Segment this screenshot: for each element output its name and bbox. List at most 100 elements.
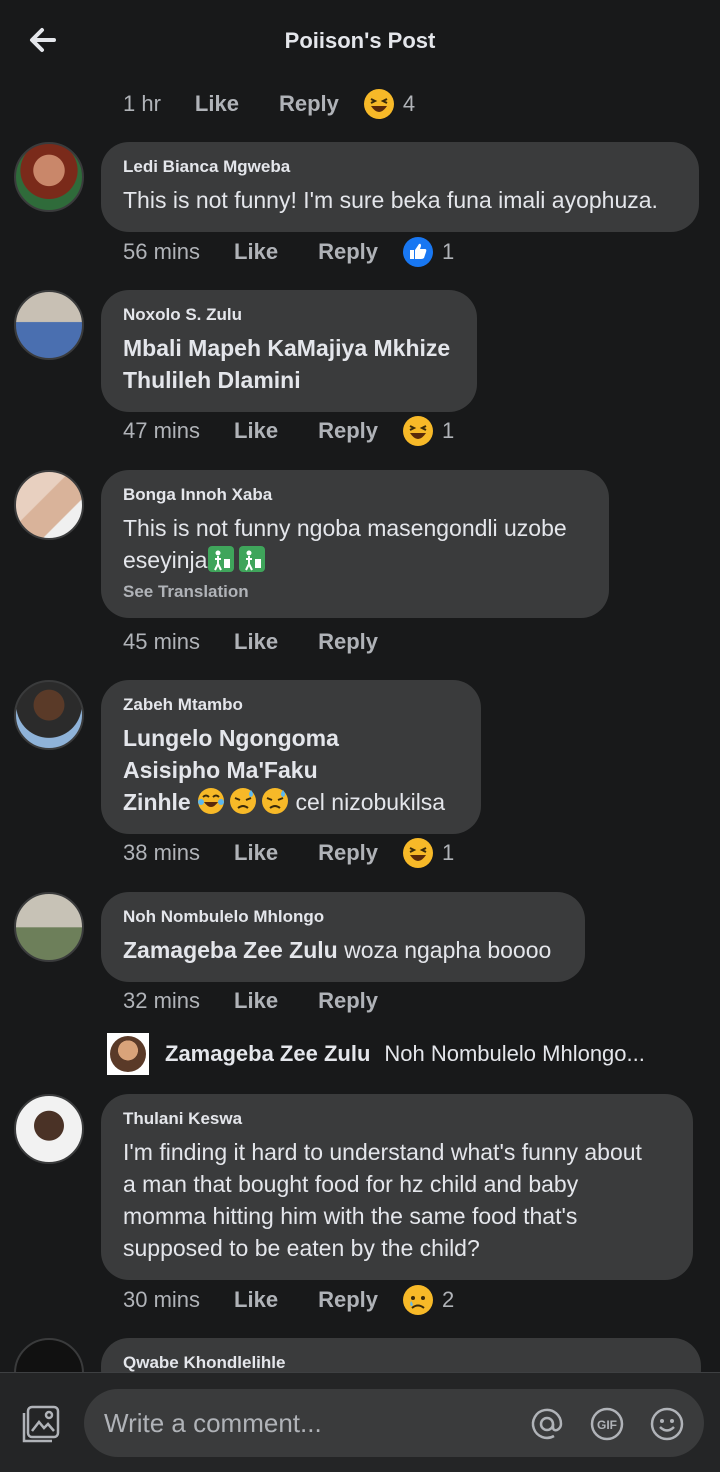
reply-avatar <box>107 1033 149 1075</box>
like-button[interactable]: Like <box>195 91 239 117</box>
comment-bubble: Noh Nombulelo Mhlongo Zamageba Zee Zulu … <box>101 892 585 982</box>
like-button[interactable]: Like <box>234 840 278 866</box>
sweat-emoji-icon <box>262 788 289 814</box>
litter-bin-icon <box>239 546 266 572</box>
comment-actions: 47 mins Like Reply 1 <box>123 411 454 451</box>
reply-button[interactable]: Reply <box>318 418 378 444</box>
comment-bubble: Thulani Keswa I'm finding it hard to und… <box>101 1094 693 1280</box>
reply-button[interactable]: Reply <box>318 629 378 655</box>
like-reaction-icon <box>403 237 433 267</box>
comment-bubble: Bonga Innoh Xaba This is not funny ngoba… <box>101 470 609 618</box>
comment-text-line: eseyinja <box>123 547 208 573</box>
mention-tag[interactable]: Asisipho Ma'Faku <box>123 757 318 783</box>
sad-emoji-icon <box>403 1285 433 1315</box>
like-button[interactable]: Like <box>234 418 278 444</box>
comment-actions: 38 mins Like Reply 1 <box>123 833 454 873</box>
commenter-name[interactable]: Ledi Bianca Mgweba <box>123 156 677 178</box>
comment-time: 38 mins <box>123 840 201 865</box>
reaction-summary[interactable]: 2 <box>402 1284 454 1316</box>
comment-bubble: Noxolo S. Zulu Mbali Mapeh KaMajiya Mkhi… <box>101 290 477 412</box>
svg-text:GIF: GIF <box>597 1418 617 1432</box>
comment-time: 30 mins <box>123 1287 201 1312</box>
comment-time: 45 mins <box>123 629 201 654</box>
reply-preview-text: Noh Nombulelo Mhlongo... <box>384 1041 645 1066</box>
commenter-name[interactable]: Noh Nombulelo Mhlongo <box>123 906 563 928</box>
reply-button[interactable]: Reply <box>318 239 378 265</box>
reaction-summary[interactable]: 1 <box>402 415 454 447</box>
reply-button[interactable]: Reply <box>318 988 378 1014</box>
see-translation-link[interactable]: See Translation <box>123 582 587 602</box>
comment-input[interactable]: Write a comment... GIF <box>84 1389 704 1457</box>
mention-tag[interactable]: Zinhle <box>123 789 191 815</box>
comment-text: Lungelo Ngongoma Asisipho Ma'Faku Zinhle… <box>123 722 459 818</box>
comment-text-line: momma hitting him with the same food tha… <box>123 1203 578 1229</box>
like-button[interactable]: Like <box>234 988 278 1014</box>
comment-time: 1 hr <box>123 91 161 116</box>
comment-text: This is not funny ngoba masengondli uzob… <box>123 512 587 576</box>
comment-text: I'm finding it hard to understand what's… <box>123 1136 671 1264</box>
top-bar: Poiison's Post <box>0 0 720 84</box>
haha-emoji-icon <box>403 838 433 868</box>
comment-placeholder: Write a comment... <box>104 1408 322 1438</box>
avatar[interactable] <box>14 680 84 750</box>
comment-text-line: I'm finding it hard to understand what's… <box>123 1139 642 1165</box>
like-button[interactable]: Like <box>234 629 278 655</box>
comment-actions: 45 mins Like Reply <box>123 622 418 662</box>
commenter-name[interactable]: Noxolo S. Zulu <box>123 304 455 326</box>
comment-actions: 32 mins Like Reply <box>123 981 418 1021</box>
avatar[interactable] <box>14 142 84 212</box>
comment-text: Mbali Mapeh KaMajiya Mkhize Thulileh Dla… <box>123 332 455 396</box>
comment-text-line: woza ngapha boooo <box>337 937 552 963</box>
reaction-summary[interactable]: 1 <box>402 837 454 869</box>
reaction-summary[interactable]: 4 <box>363 88 415 120</box>
comment-bubble: Ledi Bianca Mgweba This is not funny! I'… <box>101 142 699 232</box>
reply-preview[interactable]: Zamageba Zee Zulu Noh Nombulelo Mhlongo.… <box>107 1032 645 1076</box>
haha-emoji-icon <box>403 416 433 446</box>
reply-button[interactable]: Reply <box>279 91 339 117</box>
commenter-name[interactable]: Qwabe Khondlelihle <box>123 1352 679 1374</box>
reply-button[interactable]: Reply <box>318 1287 378 1313</box>
commenter-name[interactable]: Zabeh Mtambo <box>123 694 459 716</box>
reaction-count: 1 <box>442 418 455 443</box>
comment-text: Zamageba Zee Zulu woza ngapha boooo <box>123 934 563 966</box>
comment-text-line: cel nizobukilsa <box>289 789 446 815</box>
commenter-name[interactable]: Bonga Innoh Xaba <box>123 484 587 506</box>
like-button[interactable]: Like <box>234 1287 278 1313</box>
avatar[interactable] <box>14 290 84 360</box>
haha-emoji-icon <box>363 89 394 119</box>
avatar[interactable] <box>14 1094 84 1164</box>
reply-button[interactable]: Reply <box>318 840 378 866</box>
commenter-name[interactable]: Thulani Keswa <box>123 1108 671 1130</box>
comment-time: 56 mins <box>123 239 201 264</box>
mention-icon[interactable] <box>530 1407 564 1441</box>
reaction-count: 1 <box>442 239 455 264</box>
comment-text-line: a man that bought food for hz child and … <box>123 1171 579 1197</box>
comment-text: This is not funny! I'm sure beka funa im… <box>123 187 658 213</box>
reaction-summary[interactable]: 1 <box>402 236 454 268</box>
reply-author-name[interactable]: Zamageba Zee Zulu <box>165 1041 370 1067</box>
comment-text-line: supposed to be eaten by the child? <box>123 1235 480 1261</box>
comment-text-line: This is not funny ngoba masengondli uzob… <box>123 515 567 541</box>
reaction-count: 2 <box>442 1287 455 1312</box>
avatar[interactable] <box>14 892 84 962</box>
mention-tag[interactable]: Zamageba Zee Zulu <box>123 937 338 963</box>
comment-actions: 30 mins Like Reply 2 <box>123 1280 454 1320</box>
reaction-count: 1 <box>442 840 455 865</box>
page-title: Poiison's Post <box>284 28 436 53</box>
comment-time: 47 mins <box>123 418 201 443</box>
litter-bin-icon <box>208 546 235 572</box>
mention-tag[interactable]: Mbali Mapeh KaMajiya Mkhize <box>123 335 450 361</box>
avatar[interactable] <box>14 470 84 540</box>
mention-tag[interactable]: Lungelo Ngongoma <box>123 725 339 751</box>
comment-actions: 1 hr Like Reply 4 <box>123 84 415 124</box>
gif-icon[interactable]: GIF <box>590 1407 624 1441</box>
comment-time: 32 mins <box>123 988 201 1013</box>
emoji-icon[interactable] <box>650 1407 684 1441</box>
like-button[interactable]: Like <box>234 239 278 265</box>
comment-composer: Write a comment... GIF <box>0 1372 720 1472</box>
comment-actions: 56 mins Like Reply 1 <box>123 232 454 272</box>
comment-bubble: Zabeh Mtambo Lungelo Ngongoma Asisipho M… <box>101 680 481 834</box>
mention-tag[interactable]: Thulileh Dlamini <box>123 367 301 393</box>
photo-icon[interactable] <box>22 1405 60 1443</box>
sweat-emoji-icon <box>230 788 257 814</box>
